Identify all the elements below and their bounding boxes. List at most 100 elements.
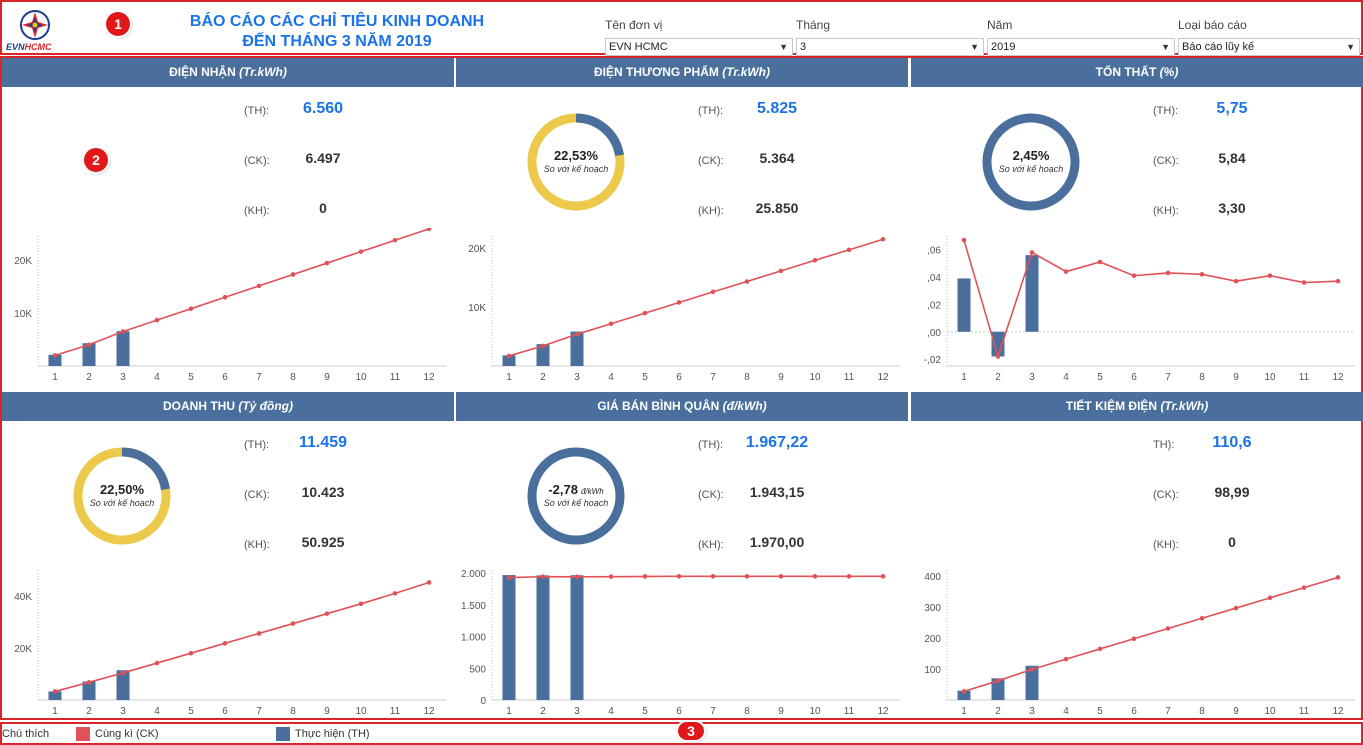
y-tick-label: ,06 — [927, 246, 941, 257]
ck-point — [778, 574, 784, 579]
panel-header: ĐIỆN THƯƠNG PHẨM (Tr.kWh) — [456, 58, 908, 87]
kh-value: 0 — [319, 200, 327, 216]
plan-donut: -2,78 đ/kWh So với kế hoạch — [526, 446, 626, 546]
y-tick-label: 0 — [480, 696, 486, 707]
x-tick-label: 12 — [423, 372, 435, 383]
ck-label: (CK): — [1153, 155, 1179, 167]
x-tick-label: 3 — [1029, 706, 1035, 717]
combo-chart: 10K20K1 2 3 4 5 6 7 8 9 10 11 12 — [14, 228, 446, 383]
combo-chart: -,02,00,02,04,061 2 3 4 5 6 7 8 9 10 11 12 — [924, 236, 1355, 383]
ck-line — [508, 575, 883, 579]
plan-donut: 22,50% So với kế hoạch — [72, 446, 172, 546]
report-title: BÁO CÁO CÁC CHỈ TIÊU KINH DOANH ĐẾN THÁN… — [132, 12, 542, 52]
x-tick-label: 2 — [995, 372, 1001, 383]
donut-percent: 2,45% — [1012, 148, 1050, 163]
x-tick-label: 6 — [676, 706, 682, 717]
x-tick-label: 1 — [52, 372, 58, 383]
y-tick-label: 1.500 — [461, 601, 486, 612]
ck-label: (CK): — [244, 489, 270, 501]
x-tick-label: 11 — [844, 706, 855, 717]
filter-unit: Tên đơn vị EVN HCMC ▼ — [605, 16, 793, 56]
ck-point — [642, 310, 648, 316]
ck-point — [290, 272, 296, 277]
x-tick-label: 4 — [154, 372, 160, 383]
ck-point — [86, 680, 92, 685]
y-tick-label: 400 — [924, 572, 941, 583]
ck-point — [154, 660, 160, 666]
x-tick-label: 8 — [290, 706, 296, 717]
y-tick-label: 20K — [14, 644, 32, 655]
x-tick-label: 2 — [540, 706, 546, 717]
th-value: 110,6 — [1212, 434, 1252, 451]
x-tick-label: 4 — [1063, 706, 1069, 717]
x-tick-label: 4 — [608, 706, 614, 717]
ck-point — [1029, 667, 1035, 672]
x-tick-label: 5 — [1097, 372, 1103, 383]
x-tick-label: 7 — [256, 706, 262, 717]
x-tick-label: 2 — [86, 706, 92, 717]
x-tick-label: 3 — [574, 372, 580, 383]
y-tick-label: 10K — [468, 303, 486, 314]
panel-unit: (Tr.kWh) — [239, 65, 287, 79]
title-line-2: ĐẾN THÁNG 3 NĂM 2019 — [242, 33, 432, 50]
th-bar — [570, 331, 584, 366]
ck-point — [506, 353, 512, 359]
ck-point — [1199, 615, 1205, 621]
ck-point — [290, 621, 296, 626]
ck-line — [54, 228, 430, 357]
th-value: 5,75 — [1216, 100, 1248, 117]
chevron-down-icon: ▼ — [970, 42, 979, 52]
ck-point — [324, 260, 330, 266]
ck-point — [256, 631, 262, 636]
x-tick-label: 6 — [676, 372, 682, 383]
ck-label: (CK): — [244, 155, 270, 167]
x-tick-label: 12 — [1332, 372, 1344, 383]
ck-point — [120, 670, 126, 676]
th-bar — [536, 575, 550, 700]
report-type-select-value: Báo cáo lũy kế — [1182, 41, 1255, 53]
report-type-select[interactable]: Báo cáo lũy kế ▼ — [1178, 38, 1360, 56]
y-tick-label: 200 — [924, 634, 941, 645]
x-tick-label: 11 — [1299, 372, 1310, 383]
ck-point — [426, 580, 432, 585]
th-bar — [957, 278, 971, 332]
year-select[interactable]: 2019 ▼ — [987, 38, 1175, 56]
panel-title: ĐIỆN THƯƠNG PHẨM — [594, 65, 723, 79]
kh-label: (KH): — [698, 205, 724, 217]
ck-value: 1.943,15 — [749, 484, 805, 500]
ck-point — [744, 279, 750, 284]
unit-select[interactable]: EVN HCMC ▼ — [605, 38, 793, 56]
panel-unit: (%) — [1159, 65, 1179, 79]
ck-point — [506, 575, 512, 580]
kh-value: 50.925 — [301, 534, 345, 550]
ck-line — [963, 576, 1339, 693]
x-tick-label: 10 — [809, 372, 821, 383]
ck-point — [540, 343, 546, 349]
plan-donut: 22,53% So với kế hoạch — [526, 112, 626, 212]
x-tick-label: 7 — [710, 706, 716, 717]
ck-point — [1267, 595, 1273, 601]
ck-point — [995, 678, 1001, 684]
legend-th-label: Thực hiện (TH) — [295, 728, 370, 740]
kpi-panel-2: ĐIỆN THƯƠNG PHẨM (Tr.kWh) (TH): 5.825 (CK):… — [456, 58, 908, 390]
x-tick-label: 10 — [355, 372, 367, 383]
th-label: (TH): — [1153, 105, 1179, 117]
ck-point — [188, 650, 194, 656]
x-tick-label: 10 — [1264, 706, 1276, 717]
ck-point — [1335, 575, 1341, 580]
x-tick-label: 9 — [778, 372, 784, 383]
ck-point — [812, 574, 818, 579]
ck-point — [1165, 626, 1171, 631]
ck-line — [963, 239, 1339, 360]
ck-point — [1267, 273, 1273, 278]
x-tick-label: 11 — [390, 372, 401, 383]
ck-point — [1131, 273, 1137, 278]
month-select[interactable]: 3 ▼ — [796, 38, 984, 56]
kh-value: 1.970,00 — [749, 534, 805, 550]
x-tick-label: 5 — [642, 706, 648, 717]
panel-title: DOANH THU — [163, 399, 239, 413]
plan-donut: 2,45% So với kế hoạch — [981, 112, 1081, 212]
ck-point — [574, 332, 580, 337]
panel-header: TIẾT KIỆM ĐIỆN (Tr.kWh) — [911, 392, 1363, 421]
ck-point — [392, 237, 398, 243]
